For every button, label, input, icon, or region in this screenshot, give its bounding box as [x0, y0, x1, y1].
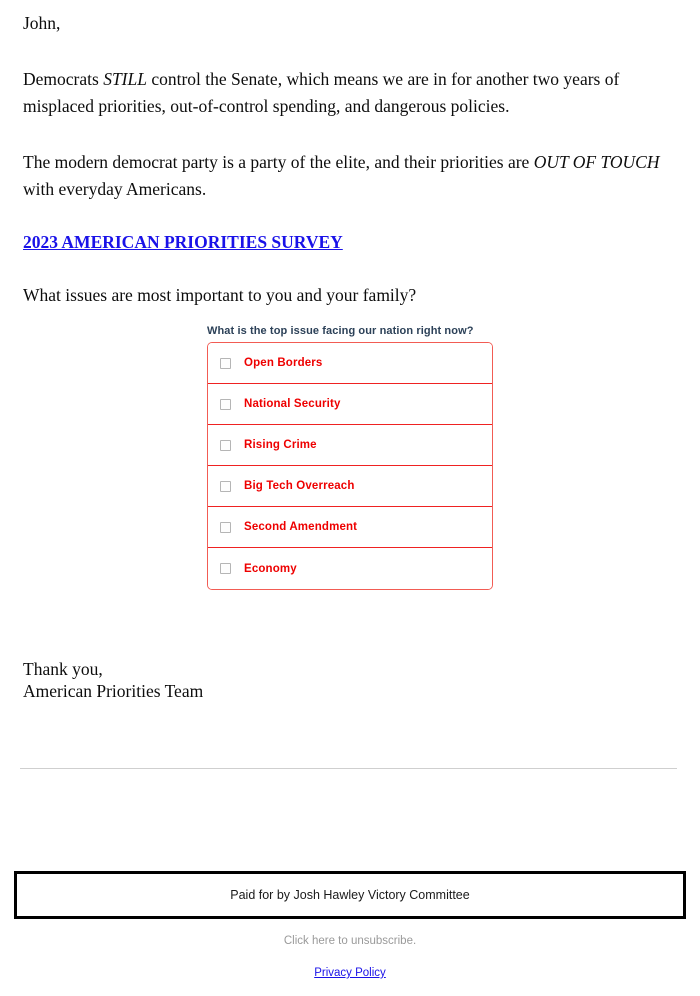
- paragraph-1-emphasis: STILL: [103, 69, 147, 89]
- survey-option-label: Rising Crime: [244, 439, 317, 451]
- checkbox-icon[interactable]: [220, 357, 231, 369]
- survey-option-rising-crime[interactable]: Rising Crime: [208, 425, 492, 466]
- survey-option-big-tech-overreach[interactable]: Big Tech Overreach: [208, 466, 492, 507]
- survey-option-label: Economy: [244, 562, 297, 575]
- paragraph-2-lead: The modern democrat party is a party of …: [23, 152, 534, 172]
- paragraph-2-tail: with everyday Americans.: [23, 179, 207, 199]
- survey-options-box: Open Borders National Security Rising Cr…: [207, 342, 493, 590]
- survey-link[interactable]: 2023 AMERICAN PRIORITIES SURVEY: [23, 229, 343, 256]
- disclaimer-box: Paid for by Josh Hawley Victory Committe…: [14, 871, 686, 919]
- checkbox-icon[interactable]: [220, 398, 231, 410]
- disclaimer-text: Paid for by Josh Hawley Victory Committe…: [230, 888, 470, 902]
- checkbox-icon[interactable]: [220, 521, 231, 533]
- survey-option-open-borders[interactable]: Open Borders: [208, 343, 492, 384]
- signoff-block: Thank you, American Priorities Team: [23, 658, 203, 702]
- survey-option-second-amendment[interactable]: Second Amendment: [208, 507, 492, 548]
- survey-option-label: National Security: [244, 398, 341, 410]
- checkbox-icon[interactable]: [220, 439, 231, 451]
- survey-option-national-security[interactable]: National Security: [208, 384, 492, 425]
- signoff-line-1: Thank you,: [23, 659, 103, 679]
- footer-divider: [20, 768, 677, 769]
- survey-option-economy[interactable]: Economy: [208, 548, 492, 589]
- survey-option-label: Second Amendment: [244, 521, 358, 533]
- survey-link-row: 2023 AMERICAN PRIORITIES SURVEY: [23, 229, 677, 256]
- paragraph-1-lead: Democrats: [23, 69, 104, 89]
- paragraph-2-emphasis: OUT OF TOUCH: [533, 152, 660, 172]
- paragraph-senate-control: Democrats STILL control the Senate, whic…: [23, 66, 677, 120]
- greeting-text: John,: [23, 13, 61, 33]
- survey-question: What is the top issue facing our nation …: [207, 325, 474, 337]
- survey-option-label: Big Tech Overreach: [244, 480, 355, 492]
- paragraph-elite-party: The modern democrat party is a party of …: [23, 149, 677, 203]
- signoff-line-2: American Priorities Team: [23, 681, 204, 701]
- unsubscribe-text[interactable]: Click here to unsubscribe.: [0, 935, 700, 947]
- checkbox-icon[interactable]: [220, 563, 231, 574]
- survey-widget: What is the top issue facing our nation …: [207, 325, 493, 590]
- footer-links: Click here to unsubscribe. Privacy Polic…: [0, 935, 700, 981]
- email-body: John, Democrats STILL control the Senate…: [23, 10, 677, 309]
- survey-option-label: Open Borders: [244, 357, 323, 369]
- question-prompt: What issues are most important to you an…: [23, 285, 417, 305]
- checkbox-icon[interactable]: [220, 480, 231, 492]
- privacy-policy-link[interactable]: Privacy Policy: [314, 967, 386, 979]
